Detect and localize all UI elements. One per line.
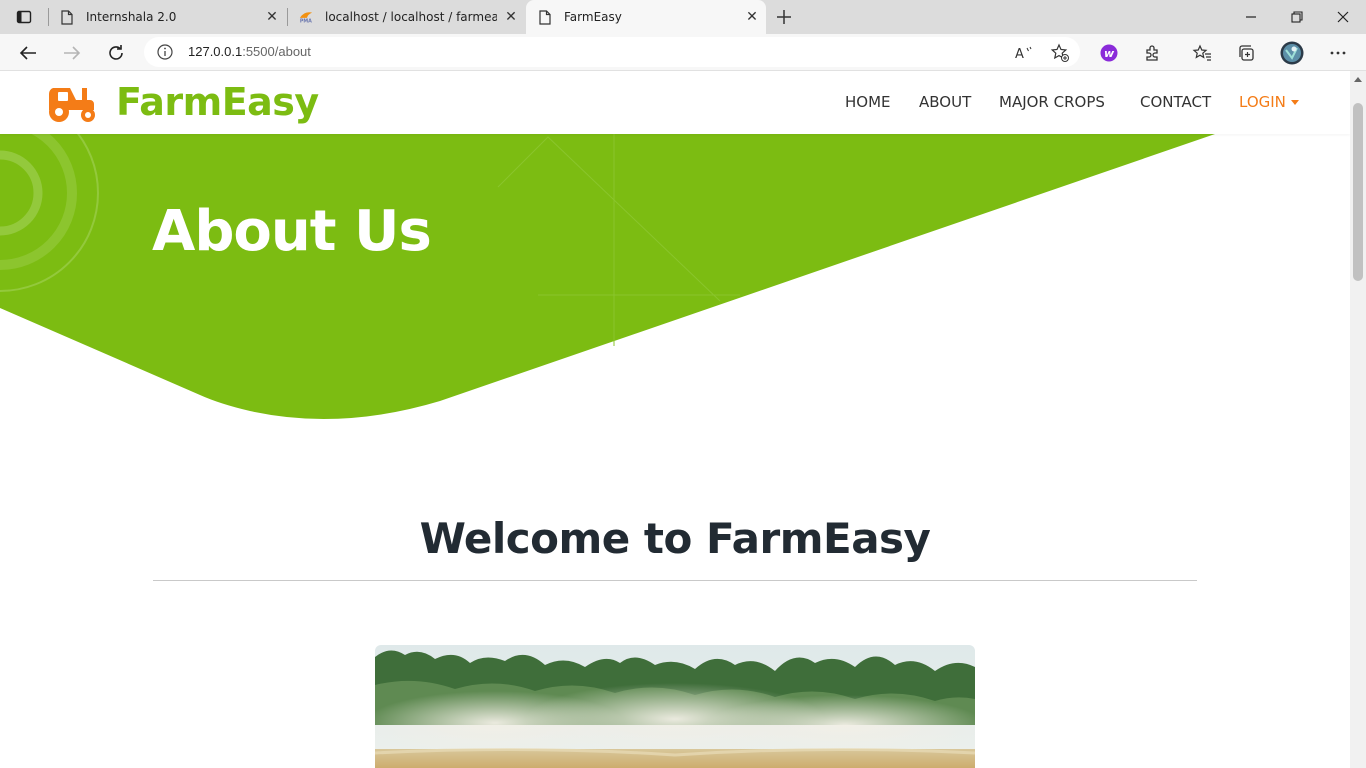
welcome-heading: Welcome to FarmEasy (419, 514, 931, 563)
avatar (1280, 41, 1304, 65)
nav-home-link[interactable]: HOME (845, 93, 891, 111)
restore-icon (1291, 11, 1303, 23)
tab-internshala[interactable]: Internshala 2.0 ✕ (48, 0, 286, 34)
svg-text:PMA: PMA (300, 19, 312, 24)
arrow-left-icon (19, 46, 36, 60)
scrollbar-thumb[interactable] (1353, 103, 1363, 281)
svg-text:A: A (1015, 47, 1024, 61)
favorites-button[interactable] (1188, 39, 1216, 67)
minimize-button[interactable] (1228, 0, 1274, 34)
refresh-icon (109, 45, 123, 60)
close-window-button[interactable] (1320, 0, 1366, 34)
forward-button[interactable] (57, 38, 87, 68)
url-text: 127.0.0.1:5500/about (188, 44, 311, 59)
page-icon (538, 9, 552, 25)
scroll-up-arrow-icon[interactable] (1354, 77, 1362, 82)
collections-icon (1239, 45, 1254, 61)
more-icon (1330, 51, 1346, 55)
section-divider (153, 580, 1197, 581)
arrow-right-icon (64, 46, 81, 60)
page-icon (60, 9, 74, 25)
read-aloud-icon[interactable]: A (1014, 43, 1034, 63)
close-tab-icon[interactable]: ✕ (258, 9, 286, 25)
site-navbar: FarmEasy HOME ABOUT MAJOR CROPS CONTACT … (0, 71, 1350, 134)
settings-more-button[interactable] (1324, 39, 1352, 67)
close-tab-icon[interactable]: ✕ (738, 9, 766, 25)
nav-major-crops-link[interactable]: MAJOR CROPS (999, 93, 1105, 111)
tab-title: localhost / localhost / farmeasy / (325, 10, 497, 24)
back-button[interactable] (13, 38, 43, 68)
browser-toolbar: 127.0.0.1:5500/about A w (0, 34, 1366, 71)
phpmyadmin-icon: PMA (299, 9, 313, 25)
info-icon[interactable] (156, 43, 174, 61)
tab-actions-icon (16, 10, 32, 24)
hero-title: About Us (152, 199, 432, 264)
close-icon (1337, 11, 1349, 23)
page-scrollbar[interactable] (1350, 71, 1366, 768)
address-field[interactable]: 127.0.0.1:5500/about A (144, 37, 1080, 67)
caret-down-icon (1290, 99, 1299, 105)
nav-contact-link[interactable]: CONTACT (1140, 93, 1211, 111)
new-tab-button[interactable] (770, 3, 798, 31)
collections-button[interactable] (1232, 39, 1260, 67)
page-viewport: FarmEasy HOME ABOUT MAJOR CROPS CONTACT … (0, 71, 1366, 768)
nav-about-link[interactable]: ABOUT (919, 93, 971, 111)
add-favorite-icon[interactable] (1050, 43, 1070, 63)
minimize-icon (1246, 16, 1256, 18)
tractor-icon (48, 88, 95, 122)
brand-logo[interactable]: FarmEasy (46, 80, 319, 124)
puzzle-icon (1146, 45, 1158, 61)
extension-w-button[interactable]: w (1095, 39, 1123, 67)
brand-name: FarmEasy (116, 80, 319, 124)
svg-text:w: w (1104, 47, 1115, 60)
farm-field-image (375, 645, 975, 768)
extensions-button[interactable] (1139, 39, 1167, 67)
tab-actions-button[interactable] (8, 4, 40, 30)
tab-phpmyadmin[interactable]: PMA localhost / localhost / farmeasy / ✕ (287, 0, 525, 34)
refresh-button[interactable] (101, 38, 131, 68)
close-tab-icon[interactable]: ✕ (497, 9, 525, 25)
tab-farmeasy[interactable]: FarmEasy ✕ (526, 0, 766, 34)
nav-login-label: LOGIN (1239, 93, 1286, 111)
tab-title: Internshala 2.0 (86, 10, 177, 24)
favorites-icon (1192, 44, 1211, 61)
nav-login-dropdown[interactable]: LOGIN (1239, 93, 1299, 111)
plus-icon (777, 10, 791, 24)
restore-button[interactable] (1274, 0, 1320, 34)
extension-w-icon: w (1100, 44, 1118, 62)
tab-title: FarmEasy (564, 10, 622, 24)
profile-button[interactable] (1278, 39, 1306, 67)
browser-tab-bar: Internshala 2.0 ✕ PMA localhost / localh… (0, 0, 1366, 34)
